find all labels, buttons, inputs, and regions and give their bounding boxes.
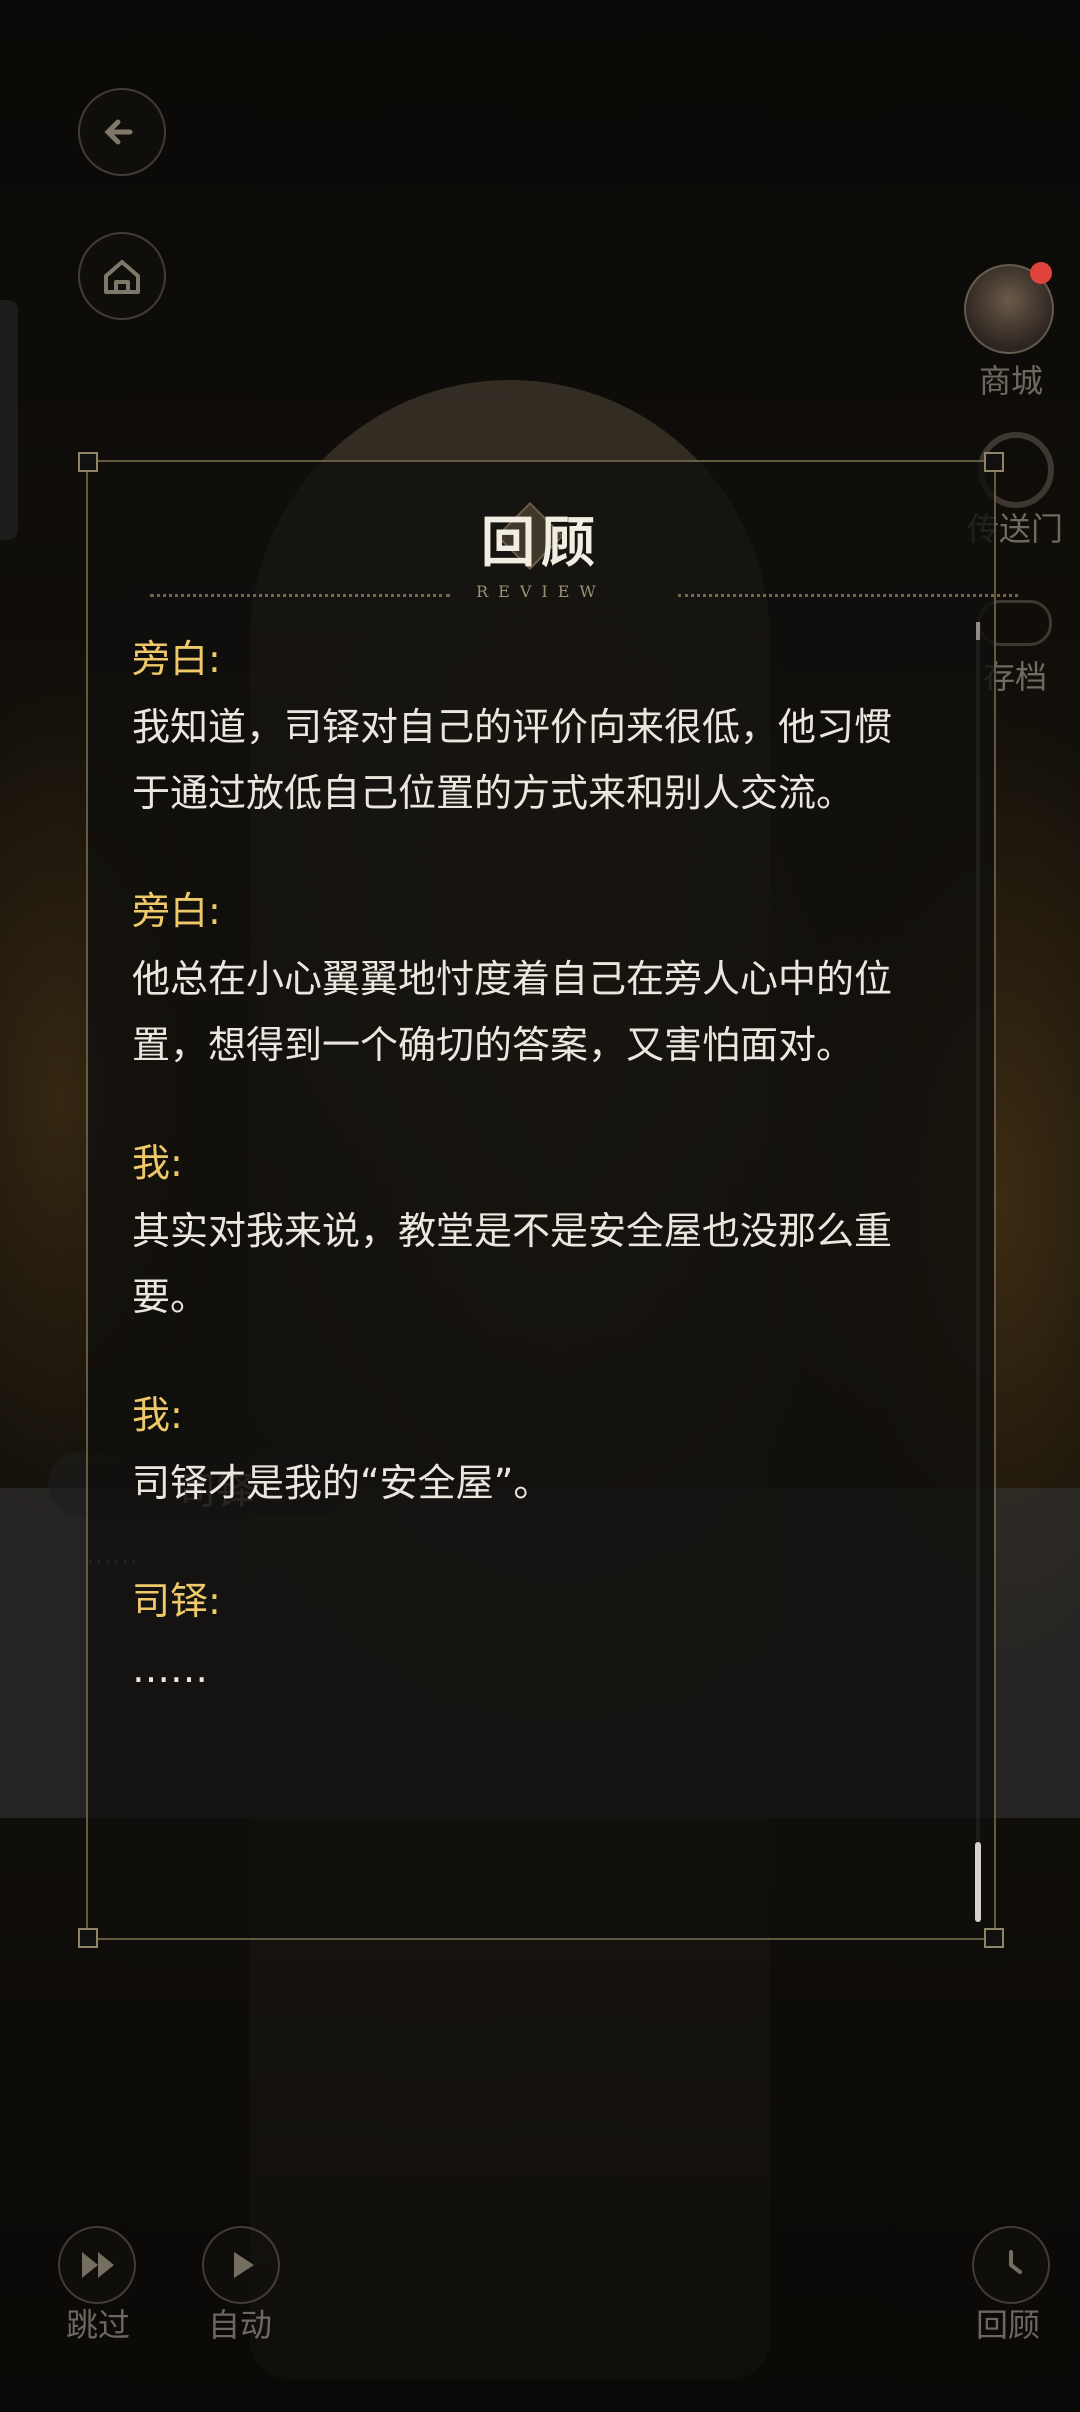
entry-line: 于通过放低自己位置的方式来和别人交流。 <box>132 771 855 815</box>
review-entry: 我: 其实对我来说，教堂是不是安全屋也没那么重 要。 <box>132 1136 972 1330</box>
entry-line: 他总在小心翼翼地忖度着自己在旁人心中的位 <box>132 957 893 1001</box>
home-button[interactable] <box>78 232 166 320</box>
entry-line: 其实对我来说，教堂是不是安全屋也没那么重 <box>132 1209 893 1253</box>
side-drawer-handle[interactable] <box>0 300 18 540</box>
auto-label[interactable]: 自动 <box>190 2300 290 2346</box>
review-entry: 司铎: …… <box>132 1574 972 1702</box>
review-panel: 回顾 REVIEW 旁白: 我知道，司铎对自己的评价向来很低，他习惯 于通过放低… <box>78 452 1018 1948</box>
entry-line: 司铎才是我的“安全屋”。 <box>132 1461 552 1505</box>
panel-corner-ornament <box>78 452 98 472</box>
review-entry: 旁白: 他总在小心翼翼地忖度着自己在旁人心中的位 置，想得到一个确切的答案，又害… <box>132 884 972 1078</box>
panel-corner-ornament <box>984 452 1004 472</box>
fast-forward-icon <box>82 2252 114 2278</box>
home-icon <box>104 260 140 294</box>
entry-line: 要。 <box>132 1275 209 1319</box>
entry-speaker: 旁白: <box>132 889 221 933</box>
skip-label[interactable]: 跳过 <box>48 2300 148 2346</box>
scrollbar-top-marker <box>976 622 980 640</box>
back-arrow-icon <box>104 119 133 145</box>
entry-line: …… <box>132 1647 208 1691</box>
review-entries-list[interactable]: 旁白: 我知道，司铎对自己的评价向来很低，他习惯 于通过放低自己位置的方式来和别… <box>132 632 972 1760</box>
play-icon <box>234 2252 254 2278</box>
panel-corner-ornament <box>78 1928 98 1948</box>
entry-speaker: 旁白: <box>132 637 221 681</box>
entry-speaker: 我: <box>132 1393 183 1437</box>
entry-speaker: 我: <box>132 1141 183 1185</box>
notification-dot <box>1030 262 1052 284</box>
review-entry: 我: 司铎才是我的“安全屋”。 <box>132 1388 972 1516</box>
shop-label[interactable]: 商城 <box>956 356 1066 402</box>
entry-line: 置，想得到一个确切的答案，又害怕面对。 <box>132 1023 855 1067</box>
review-entry: 旁白: 我知道，司铎对自己的评价向来很低，他习惯 于通过放低自己位置的方式来和别… <box>132 632 972 826</box>
auto-button[interactable] <box>202 2226 280 2304</box>
scrollbar-track[interactable] <box>976 622 980 1912</box>
scrollbar-thumb[interactable] <box>975 1842 981 1922</box>
entry-line: 我知道，司铎对自己的评价向来很低，他习惯 <box>132 705 893 749</box>
back-button[interactable] <box>78 88 166 176</box>
skip-button[interactable] <box>58 2226 136 2304</box>
panel-title: 回顾 <box>481 510 601 574</box>
clock-icon <box>1009 2250 1022 2274</box>
panel-corner-ornament <box>984 1928 1004 1948</box>
review-label[interactable]: 回顾 <box>958 2300 1058 2346</box>
review-button[interactable] <box>972 2226 1050 2304</box>
panel-subtitle: REVIEW <box>476 582 606 601</box>
entry-speaker: 司铎: <box>132 1579 221 1623</box>
